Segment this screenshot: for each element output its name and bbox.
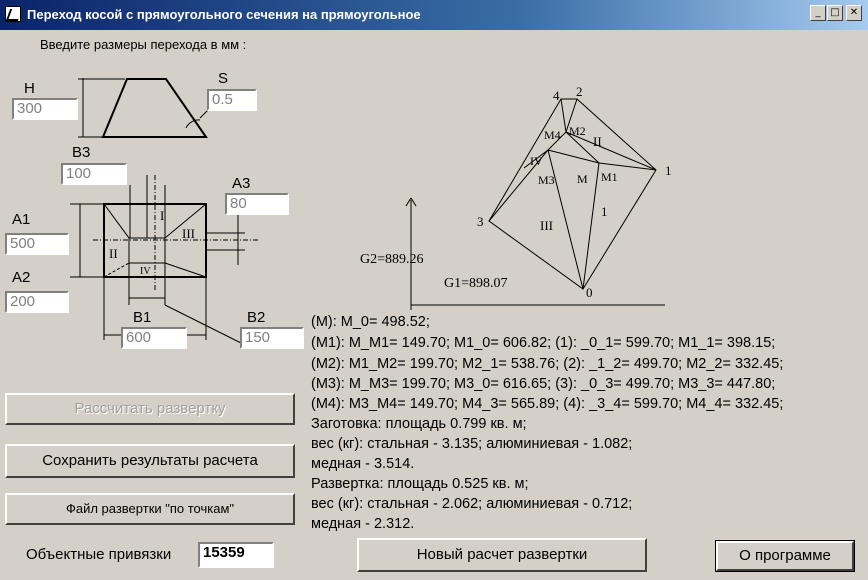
minimize-button[interactable]: _ bbox=[810, 5, 826, 21]
a3-input[interactable]: 80 bbox=[225, 193, 289, 215]
section-label-ii: II bbox=[109, 246, 118, 261]
snaps-label: Объектные привязки bbox=[26, 546, 172, 563]
about-button[interactable]: О программе bbox=[715, 540, 855, 572]
region-iii: III bbox=[540, 218, 553, 233]
save-results-button[interactable]: Сохранить результаты расчета bbox=[5, 444, 295, 478]
h-input[interactable]: 300 bbox=[12, 98, 78, 120]
section-label-iii: III bbox=[182, 226, 195, 241]
region-ii: II bbox=[593, 134, 602, 149]
s-label: S bbox=[218, 70, 229, 87]
s-input[interactable]: 0.5 bbox=[207, 89, 257, 111]
maximize-button[interactable]: □ bbox=[827, 5, 843, 21]
region-1: 1 bbox=[601, 204, 608, 219]
new-calculation-button[interactable]: Новый расчет развертки bbox=[357, 538, 647, 572]
b2-label: B2 bbox=[247, 309, 266, 326]
point-3: 3 bbox=[477, 214, 484, 229]
prompt-label: Введите размеры перехода в мм : bbox=[40, 37, 247, 52]
b1-input[interactable]: 600 bbox=[121, 327, 187, 349]
unfold-drawing: 0 1 2 3 4 M M1 M2 M3 M4 1 II III IV G2=8… bbox=[360, 84, 672, 310]
g2-label: G2=889.26 bbox=[360, 252, 424, 267]
section-label-i: I bbox=[160, 208, 164, 223]
b3-input[interactable]: 100 bbox=[61, 163, 127, 185]
app-icon[interactable] bbox=[5, 6, 21, 22]
a1-label: A1 bbox=[12, 211, 31, 228]
g1-label: G1=898.07 bbox=[444, 276, 508, 291]
b3-label: B3 bbox=[72, 144, 91, 161]
h-label: H bbox=[24, 80, 35, 97]
region-m: M bbox=[577, 172, 588, 186]
a3-label: A3 bbox=[232, 175, 251, 192]
close-button[interactable]: ✕ bbox=[846, 5, 862, 21]
region-m3: M3 bbox=[538, 173, 555, 187]
calculate-button[interactable]: Рассчитать развертку bbox=[5, 393, 295, 425]
a2-label: A2 bbox=[12, 269, 31, 286]
points-file-button[interactable]: Файл развертки "по точкам" bbox=[5, 493, 295, 525]
window-title: Переход косой с прямоугольного сечения н… bbox=[27, 7, 421, 22]
result-line-5: (M4): M3_M4= 149.70; M4_3= 565.89; (4): … bbox=[311, 396, 784, 412]
unfold-area-label: Развертка: площадь 0.525 кв. м; bbox=[311, 476, 529, 492]
result-line-4: (M3): M_M3= 199.70; M3_0= 616.65; (3): _… bbox=[311, 376, 776, 392]
result-line-3: (M2): M1_M2= 199.70; M2_1= 538.76; (2): … bbox=[311, 356, 784, 372]
region-m1: M1 bbox=[601, 170, 618, 184]
point-0: 0 bbox=[586, 285, 593, 300]
point-4: 4 bbox=[553, 88, 560, 103]
section-label-iv: IV bbox=[140, 266, 151, 277]
result-line-2: (M1): M_M1= 149.70; M1_0= 606.82; (1): _… bbox=[311, 335, 776, 351]
region-m4: M4 bbox=[544, 128, 561, 142]
side-view bbox=[101, 78, 208, 138]
result-line-1: (M): M_0= 498.52; bbox=[311, 314, 430, 330]
unfold-copper-label: медная - 2.312. bbox=[311, 516, 415, 532]
region-iv: IV bbox=[530, 154, 543, 168]
region-m2: M2 bbox=[569, 124, 586, 138]
point-1: 1 bbox=[665, 163, 672, 178]
unfold-weight-label: вес (кг): стальная - 2.062; алюминиевая … bbox=[311, 496, 633, 512]
blank-area-label: Заготовка: площадь 0.799 кв. м; bbox=[311, 416, 527, 432]
a2-input[interactable]: 200 bbox=[5, 291, 69, 313]
b2-input[interactable]: 150 bbox=[240, 327, 304, 349]
b1-label: B1 bbox=[133, 309, 152, 326]
a1-input[interactable]: 500 bbox=[5, 233, 69, 255]
title-bar: Переход косой с прямоугольного сечения н… bbox=[0, 0, 868, 30]
blank-copper-label: медная - 3.514. bbox=[311, 456, 415, 472]
blank-weight-label: вес (кг): стальная - 3.135; алюминиевая … bbox=[311, 436, 633, 452]
snaps-input[interactable]: 15359 bbox=[198, 542, 274, 568]
point-2: 2 bbox=[576, 84, 583, 99]
